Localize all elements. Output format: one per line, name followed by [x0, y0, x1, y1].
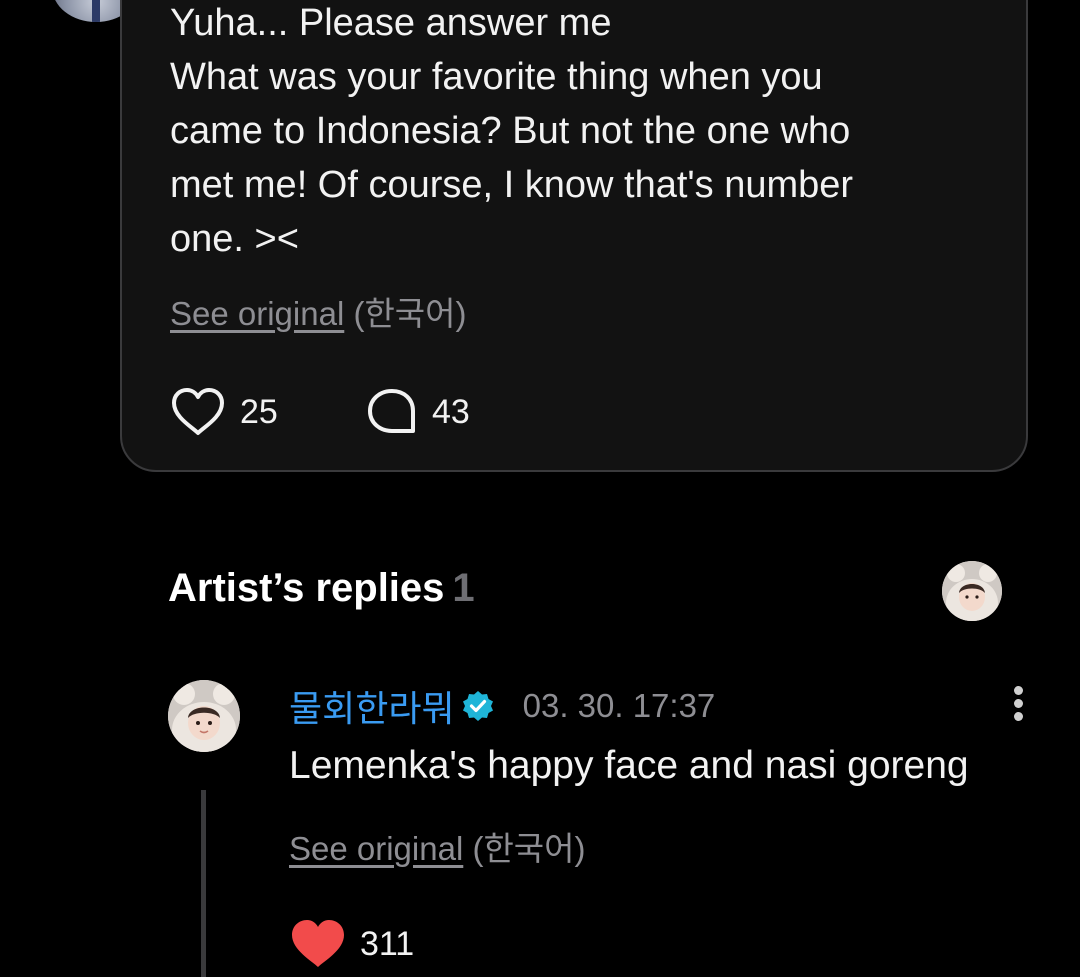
see-original-link[interactable]: See original	[170, 295, 344, 332]
more-vertical-icon[interactable]	[1002, 684, 1036, 724]
reply-like-count: 311	[360, 924, 415, 963]
reply-timestamp: 03. 30. 17:37	[522, 687, 716, 724]
heart-filled-icon	[292, 920, 344, 967]
artist-photo	[942, 561, 1002, 621]
post-translation-note: See original (한국어)	[170, 287, 467, 335]
post-text: Yuha... Please answer me What was your f…	[170, 0, 970, 266]
like-button[interactable]: 25	[170, 387, 366, 437]
post-line: one. ><	[170, 218, 299, 260]
post-line: came to Indonesia? But not the one who	[170, 110, 851, 152]
reply-author-avatar[interactable]	[168, 680, 240, 752]
post-line: met me! Of course, I know that's number	[170, 164, 854, 206]
speech-bubble-icon	[368, 389, 415, 433]
reply-text: Lemenka's happy face and nasi goreng	[289, 744, 969, 787]
language-label: (한국어)	[472, 830, 586, 867]
reply-like-button[interactable]: 311	[290, 918, 414, 970]
artist-avatar-small[interactable]	[942, 561, 1002, 621]
verified-badge-icon	[461, 689, 495, 723]
see-original-link[interactable]: See original	[289, 830, 463, 867]
post-actions: 25 43	[170, 387, 470, 437]
heart-outline-icon	[172, 388, 224, 435]
reply-author-name[interactable]: 물회한라뭐	[289, 680, 455, 732]
artist-replies-title: Artist’s replies	[168, 566, 445, 610]
post-line: What was your favorite thing when you	[170, 56, 823, 98]
comment-count: 43	[432, 392, 470, 431]
reply-header: 물회한라뭐 03. 30. 17:37	[289, 682, 715, 730]
post-line: Yuha... Please answer me	[170, 2, 612, 44]
thread-line	[201, 790, 206, 977]
language-label: (한국어)	[353, 295, 467, 332]
artist-photo	[168, 680, 240, 752]
reply-translation-note: See original (한국어)	[289, 822, 586, 870]
artist-replies-count: 1	[452, 566, 475, 610]
comment-thread-page: Yuha... Please answer me What was your f…	[0, 0, 1080, 977]
like-count: 25	[240, 392, 278, 431]
artist-replies-heading: Artist’s replies 1	[168, 566, 475, 611]
fan-post-card: Yuha... Please answer me What was your f…	[120, 0, 1028, 472]
comment-button[interactable]: 43	[366, 387, 470, 437]
